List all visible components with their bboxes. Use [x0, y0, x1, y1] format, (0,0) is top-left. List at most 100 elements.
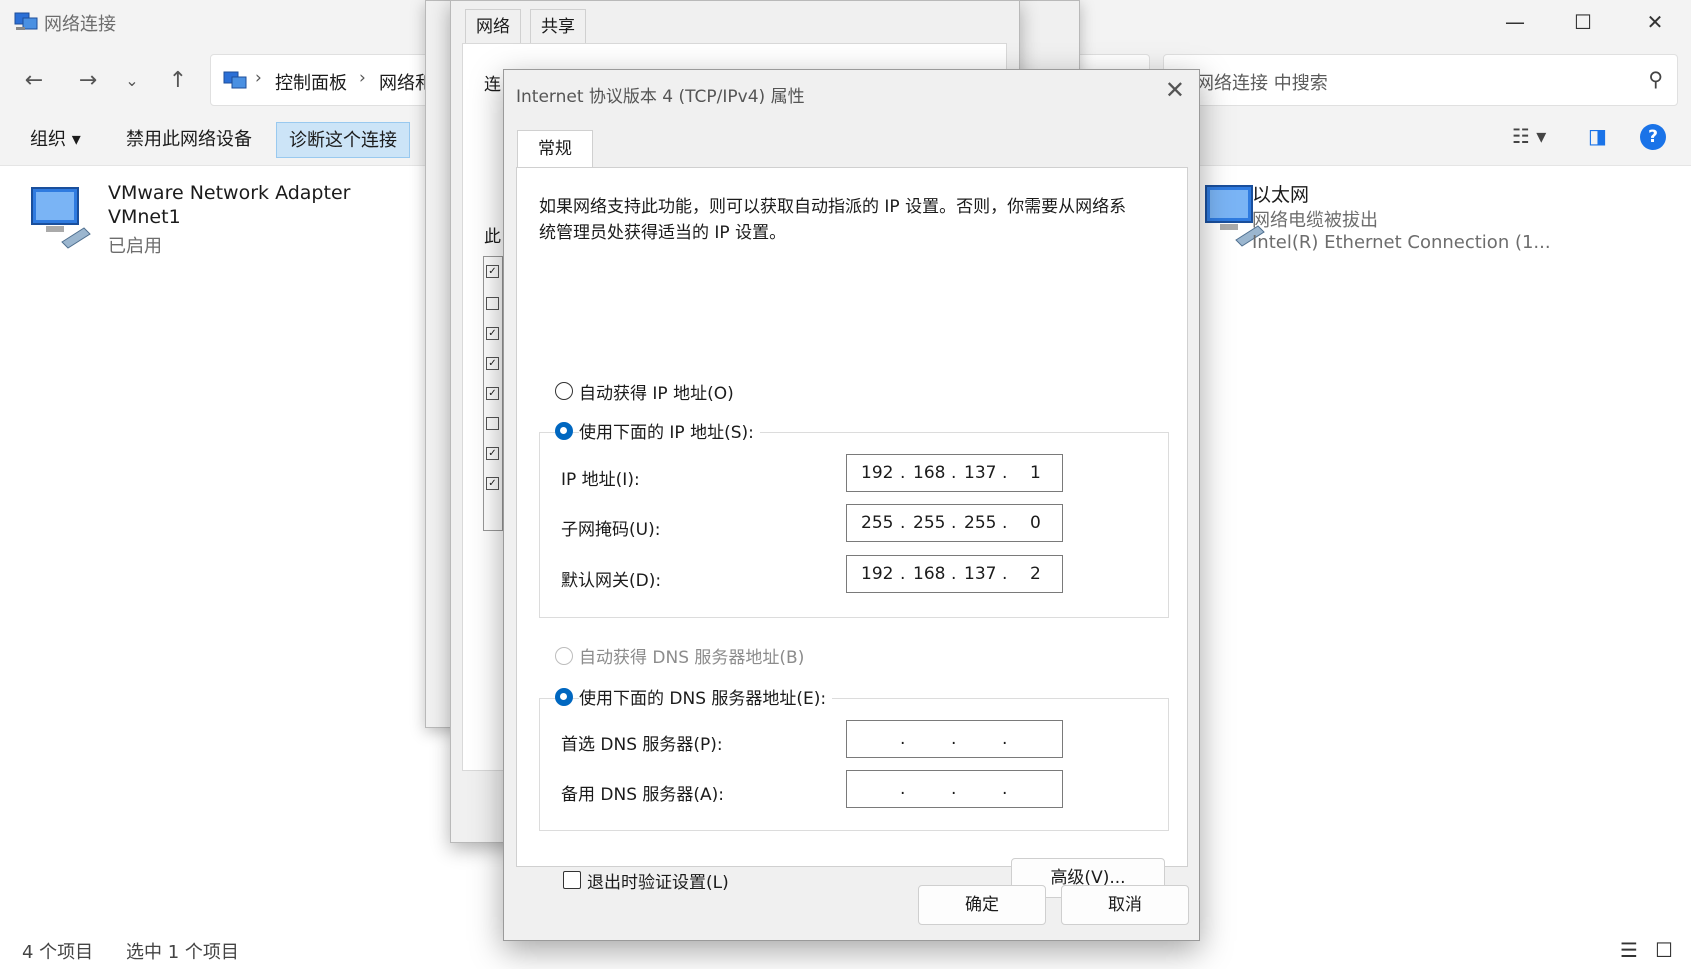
auto-dns-radio[interactable] — [555, 647, 573, 665]
list-item-ethernet[interactable]: 以太网 网络电缆被拔出 Intel(R) Ethernet Connection… — [1202, 180, 1622, 260]
octet-separator: . — [951, 463, 957, 483]
tab-sharing[interactable]: 共享 — [530, 9, 586, 45]
subnet-mask-label: 子网掩码(U): — [561, 520, 661, 540]
tab-general[interactable]: 常规 — [517, 130, 593, 168]
network-adapter-icon — [31, 187, 91, 249]
ip-address-field[interactable]: 192 . 168 . 137 . 1 — [846, 454, 1063, 492]
octet-separator: . — [951, 513, 957, 533]
components-label: 此 — [484, 227, 501, 247]
search-input[interactable]: 网络连接 中搜索 ⚲ — [1163, 54, 1678, 106]
details-pane-icon[interactable]: ◨ — [1588, 124, 1607, 148]
back-arrow-icon[interactable]: ← — [16, 66, 52, 98]
component-checkbox[interactable]: ✓ — [486, 447, 499, 460]
octet-separator: . — [900, 463, 906, 483]
manual-dns-radio[interactable] — [555, 688, 573, 706]
adapter-name: 以太网 — [1252, 184, 1310, 206]
general-panel: 如果网络支持此功能，则可以获取自动指派的 IP 设置。否则，你需要从网络系统管理… — [516, 167, 1188, 898]
octet: 137 — [964, 463, 997, 483]
alternate-dns-field[interactable]: . . . — [846, 770, 1063, 808]
selection-count: 选中 1 个项目 — [126, 942, 239, 963]
manual-ip-label[interactable]: 使用下面的 IP 地址(S): — [579, 418, 760, 443]
ip-address-label: IP 地址(I): — [561, 470, 640, 490]
manual-ip-radio[interactable] — [555, 422, 573, 440]
ok-button[interactable]: 确定 — [918, 885, 1046, 925]
octet-separator: . — [1002, 463, 1008, 483]
auto-ip-radio[interactable] — [555, 382, 573, 400]
large-icons-view-icon[interactable]: ☐ — [1655, 938, 1673, 962]
octet-separator: . — [1002, 779, 1008, 799]
component-checkbox[interactable]: ✓ — [486, 357, 499, 370]
octet: 192 — [861, 564, 894, 584]
validate-on-exit-label[interactable]: 退出时验证设置(L) — [587, 868, 729, 893]
breadcrumb-control-panel[interactable]: 控制面板 — [275, 69, 347, 95]
component-checkbox[interactable] — [486, 417, 499, 430]
octet-separator: . — [1002, 729, 1008, 749]
octet: 192 — [861, 463, 894, 483]
gateway-field[interactable]: 192 . 168 . 137 . 2 — [846, 555, 1063, 593]
component-checkbox[interactable]: ✓ — [486, 387, 499, 400]
help-icon[interactable]: ? — [1640, 124, 1666, 150]
octet-separator: . — [1002, 513, 1008, 533]
adapter-status: 网络电缆被拔出 — [1252, 210, 1378, 231]
close-window-button[interactable]: ✕ — [1620, 0, 1690, 46]
manual-dns-label[interactable]: 使用下面的 DNS 服务器地址(E): — [579, 684, 833, 709]
adapter-name: VMware Network Adapter — [108, 182, 351, 204]
dns-settings-group — [539, 698, 1169, 831]
octet-separator: . — [951, 564, 957, 584]
preferred-dns-label: 首选 DNS 服务器(P): — [561, 735, 723, 755]
component-checkbox[interactable]: ✓ — [486, 477, 499, 490]
adapter-status: 已启用 — [108, 236, 162, 257]
network-connections-icon — [14, 12, 38, 30]
gateway-label: 默认网关(D): — [561, 571, 662, 591]
octet: 255 — [964, 513, 997, 533]
octet-separator: . — [900, 513, 906, 533]
window-title: 网络连接 — [44, 14, 116, 35]
breadcrumb-chevron-icon: › — [255, 68, 262, 88]
maximize-button[interactable]: ☐ — [1548, 0, 1618, 46]
organize-button[interactable]: 组织 ▾ — [18, 122, 93, 158]
search-icon: ⚲ — [1648, 67, 1663, 91]
octet: 255 — [861, 513, 894, 533]
description-text: 如果网络支持此功能，则可以获取自动指派的 IP 设置。否则，你需要从网络系统管理… — [539, 197, 1127, 243]
up-arrow-icon[interactable]: ↑ — [160, 66, 196, 98]
octet: 255 — [913, 513, 946, 533]
octet: 137 — [964, 564, 997, 584]
octet: 1 — [1030, 463, 1041, 483]
octet: 0 — [1030, 513, 1041, 533]
octet-separator: . — [900, 729, 906, 749]
search-placeholder: 网络连接 中搜索 — [1196, 73, 1328, 94]
octet: 168 — [913, 463, 946, 483]
octet-separator: . — [900, 779, 906, 799]
disable-device-button[interactable]: 禁用此网络设备 — [114, 122, 264, 158]
minimize-button[interactable]: — — [1480, 0, 1550, 46]
diagnose-button[interactable]: 诊断这个连接 — [276, 122, 410, 158]
octet: 168 — [913, 564, 946, 584]
cancel-button[interactable]: 取消 — [1061, 885, 1189, 925]
auto-dns-label[interactable]: 自动获得 DNS 服务器地址(B) — [579, 643, 804, 668]
breadcrumb-chevron-icon: › — [359, 68, 366, 88]
view-options-icon[interactable]: ☷ ▾ — [1512, 124, 1546, 148]
validate-on-exit-checkbox[interactable] — [563, 871, 581, 889]
ipv4-properties-dialog: Internet 协议版本 4 (TCP/IPv4) 属性 ✕ 常规 如果网络支… — [503, 69, 1200, 941]
octet-separator: . — [951, 779, 957, 799]
tab-network[interactable]: 网络 — [465, 9, 521, 45]
subnet-mask-field[interactable]: 255 . 255 . 255 . 0 — [846, 504, 1063, 542]
auto-ip-label[interactable]: 自动获得 IP 地址(O) — [579, 379, 734, 404]
dialog-title: Internet 协议版本 4 (TCP/IPv4) 属性 — [516, 87, 805, 107]
forward-arrow-icon[interactable]: → — [70, 66, 106, 98]
adapter-name-line2: VMnet1 — [108, 206, 181, 228]
adapter-device: Intel(R) Ethernet Connection (1... — [1252, 232, 1551, 253]
alternate-dns-label: 备用 DNS 服务器(A): — [561, 785, 725, 805]
list-item-vmnet1[interactable]: VMware Network Adapter VMnet1 已启用 — [28, 182, 378, 262]
preferred-dns-field[interactable]: . . . — [846, 720, 1063, 758]
octet: 2 — [1030, 564, 1041, 584]
component-checkbox[interactable]: ✓ — [486, 265, 499, 278]
recent-locations-chevron-icon[interactable]: ⌄ — [114, 66, 150, 98]
component-checkbox[interactable] — [486, 297, 499, 310]
connect-using-label: 连 — [484, 75, 501, 95]
details-view-icon[interactable]: ☰ — [1620, 938, 1638, 962]
component-checkbox[interactable]: ✓ — [486, 327, 499, 340]
close-icon[interactable]: ✕ — [1165, 76, 1185, 104]
components-list[interactable]: ✓ ✓ ✓ ✓ ✓ ✓ — [483, 256, 503, 531]
control-panel-icon — [223, 71, 247, 89]
